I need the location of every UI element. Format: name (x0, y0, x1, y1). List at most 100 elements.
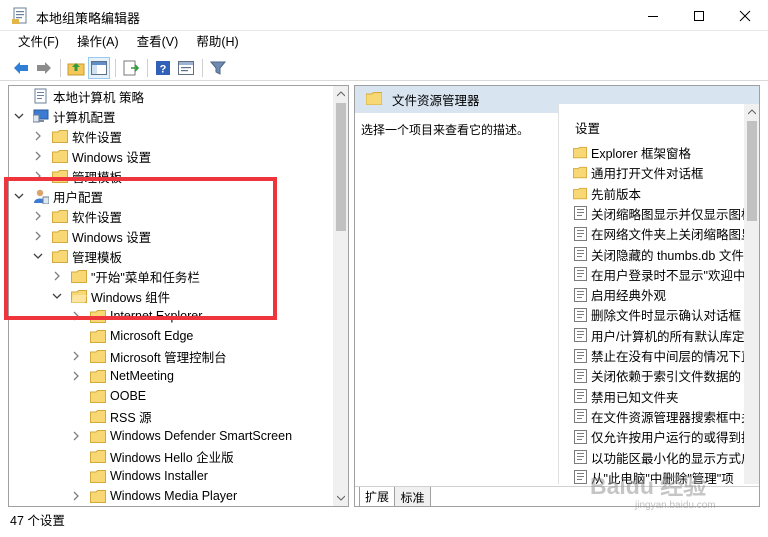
setting-label: 在文件资源管理器搜索框中关闭 (591, 410, 759, 425)
tree-node[interactable]: Windows Defender SmartScreen (70, 426, 292, 446)
setting-row[interactable]: 启用经典外观 (573, 284, 666, 305)
settings-scroll-thumb[interactable] (747, 121, 757, 221)
tree-node-label: NetMeeting (110, 369, 174, 383)
back-button[interactable] (10, 57, 32, 79)
scroll-up-arrow[interactable] (333, 86, 348, 102)
title-bar[interactable]: 本地组策略编辑器 (0, 0, 768, 31)
collapse-toggle[interactable] (13, 110, 25, 122)
setting-row[interactable]: 关闭隐藏的 thumbs.db 文件中的 (573, 244, 759, 265)
settings-vertical-scrollbar[interactable] (744, 104, 759, 484)
setting-row[interactable]: 删除文件时显示确认对话框 (573, 304, 741, 325)
collapse-toggle[interactable] (51, 290, 63, 302)
settings-list: 设置 Explorer 框架窗格 通用打开文件对话框 先前版本 关闭缩略图显示并仅显示… (558, 104, 759, 484)
tree-vertical-scrollbar[interactable] (333, 86, 348, 506)
tab-standard[interactable]: 标准 (395, 487, 431, 506)
tree-node[interactable]: Windows Hello 企业版 (70, 446, 234, 466)
setting-row[interactable]: 以功能区最小化的显示方式启动 (573, 447, 759, 468)
chevron-right-icon (35, 131, 41, 141)
setting-row[interactable]: Explorer 框架窗格 (573, 142, 691, 163)
expand-toggle[interactable] (32, 210, 44, 222)
expand-toggle[interactable] (70, 490, 82, 502)
show-hide-tree-button[interactable] (88, 56, 110, 79)
tree-node[interactable]: 管理模板 (32, 246, 122, 266)
expand-toggle[interactable] (32, 170, 44, 182)
tree-node[interactable]: Windows Installer (70, 466, 208, 486)
setting-row[interactable]: 关闭缩略图显示并仅显示图标 (573, 203, 754, 224)
collapse-toggle[interactable] (13, 190, 25, 202)
tree-node[interactable]: "开始"菜单和任务栏 (51, 266, 200, 286)
tab-extended[interactable]: 扩展 (359, 487, 395, 506)
tree-node[interactable]: Windows 组件 (51, 286, 170, 306)
scroll-down-arrow[interactable] (333, 490, 348, 506)
policy-tree: 本地计算机 策略 计算机配置 软件设置 Windows 设置 管理模板 用户配置 软件设置 W… (9, 86, 333, 506)
expand-toggle[interactable] (70, 310, 82, 322)
close-button[interactable] (722, 0, 768, 31)
tree-scroll-thumb[interactable] (336, 103, 346, 231)
status-text: 47 个设置 (10, 513, 65, 528)
setting-row[interactable]: 在用户登录时不显示"欢迎中心" (573, 264, 759, 285)
tree-node[interactable]: Microsoft Edge (70, 326, 193, 346)
scroll-up-arrow[interactable] (744, 104, 759, 120)
chevron-up-icon (337, 91, 345, 97)
tree-node[interactable]: Internet Explorer (70, 306, 202, 326)
tree-node[interactable]: 本地计算机 策略 (13, 86, 144, 106)
setting-row[interactable]: 禁用已知文件夹 (573, 386, 679, 407)
tree-node[interactable]: NetMeeting (70, 366, 174, 386)
up-level-button[interactable] (65, 57, 87, 79)
setting-row[interactable]: 禁止在没有中间层的情况下直接 (573, 345, 759, 366)
menu-help[interactable]: 帮助(H) (184, 32, 244, 53)
baidu-watermark: Baidu 经验 (590, 473, 707, 499)
expand-toggle[interactable] (32, 230, 44, 242)
maximize-icon (694, 10, 704, 21)
tree-node[interactable]: OOBE (70, 386, 146, 406)
expand-toggle[interactable] (70, 430, 82, 442)
policy-setting-icon (573, 389, 587, 404)
folder-icon (90, 488, 106, 504)
chevron-down-icon (14, 193, 24, 199)
tree-node[interactable]: 软件设置 (32, 206, 122, 226)
tree-node-label: 管理模板 (72, 250, 123, 265)
settings-column-header[interactable]: 设置 (559, 104, 745, 144)
filter-button[interactable] (207, 57, 229, 79)
tree-node[interactable]: Windows 设置 (32, 226, 151, 246)
tree-node[interactable]: Windows 设置 (32, 146, 151, 166)
expand-toggle[interactable] (51, 270, 63, 282)
chevron-right-icon (73, 311, 79, 321)
tree-node[interactable]: Windows Media Player (70, 486, 237, 506)
tree-node[interactable]: RSS 源 (70, 406, 152, 426)
tree-node[interactable]: 用户配置 (13, 186, 103, 206)
no-toggle (70, 450, 82, 462)
properties-button[interactable] (175, 57, 197, 79)
setting-row[interactable]: 仅允许按用户运行的或得到批准 (573, 426, 759, 447)
minimize-button[interactable] (630, 0, 676, 31)
tree-node[interactable]: 计算机配置 (13, 106, 116, 126)
menu-action[interactable]: 操作(A) (65, 32, 125, 53)
collapse-toggle[interactable] (32, 250, 44, 262)
expand-toggle[interactable] (70, 350, 82, 362)
folder-icon (90, 308, 106, 324)
export-list-button[interactable] (120, 57, 142, 79)
setting-row[interactable]: 在网络文件夹上关闭缩略图显示 (573, 223, 759, 244)
setting-row[interactable]: 先前版本 (573, 183, 641, 204)
setting-row[interactable]: 用户/计算机的所有默认库定义的位置 (573, 325, 759, 346)
setting-row[interactable]: 通用打开文件对话框 (573, 162, 704, 183)
setting-row[interactable]: 在文件资源管理器搜索框中关闭 (573, 406, 759, 427)
setting-label: Explorer 框架窗格 (591, 147, 692, 161)
maximize-button[interactable] (676, 0, 722, 31)
tree-node[interactable]: 软件设置 (32, 126, 122, 146)
details-pane: 文件资源管理器 选择一个项目来查看它的描述。 设置 Explorer 框架窗格通… (354, 85, 760, 507)
help-button[interactable]: ? (152, 57, 174, 79)
console-tree-icon (91, 60, 107, 75)
expand-toggle[interactable] (32, 150, 44, 162)
setting-row[interactable]: 关闭依赖于索引文件数据的 Windows (573, 365, 759, 386)
menu-file[interactable]: 文件(F) (0, 32, 65, 53)
menu-view[interactable]: 查看(V) (125, 32, 185, 53)
computer-policy-icon (33, 88, 49, 104)
tree-node[interactable]: Microsoft 管理控制台 (70, 346, 227, 366)
expand-toggle[interactable] (70, 370, 82, 382)
folder-icon (52, 128, 68, 144)
expand-toggle[interactable] (32, 130, 44, 142)
forward-button[interactable] (33, 57, 55, 79)
setting-label: 禁用已知文件夹 (591, 390, 679, 405)
tree-node[interactable]: 管理模板 (32, 166, 122, 186)
